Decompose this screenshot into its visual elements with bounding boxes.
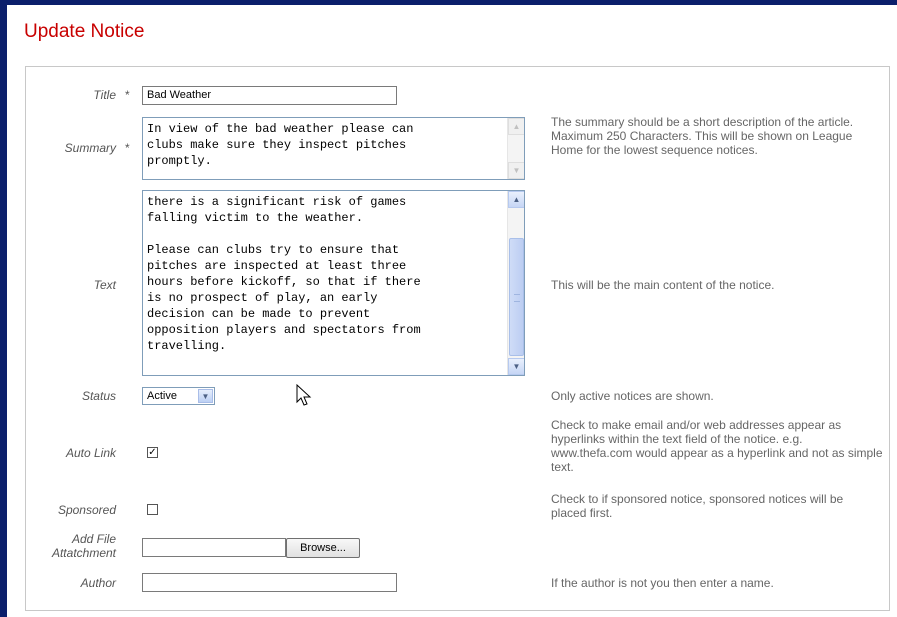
summary-text: In view of the bad weather please can cl… — [147, 122, 414, 168]
summary-help-text: The summary should be a short descriptio… — [551, 115, 854, 157]
sponsored-help-text: Check to if sponsored notice, sponsored … — [551, 492, 844, 520]
sponsored-label: Sponsored — [57, 503, 116, 517]
auto-link-checkbox[interactable]: ✓ — [147, 447, 158, 458]
title-required-mark: * — [125, 88, 130, 102]
scroll-up-icon[interactable]: ▲ — [508, 191, 524, 208]
window-left-border — [0, 0, 7, 617]
text-content: there is a significant risk of games fal… — [147, 195, 421, 353]
title-label: Title — [93, 88, 116, 102]
attachment-label-line1: Add File — [71, 532, 116, 546]
author-input[interactable] — [142, 573, 397, 592]
text-scrollbar[interactable]: ▲ ▼ — [507, 191, 524, 375]
chevron-down-icon[interactable]: ▼ — [198, 389, 213, 403]
scroll-up-icon[interactable]: ▲ — [508, 118, 524, 135]
status-selected-value: Active — [147, 390, 177, 402]
file-path-input[interactable] — [142, 538, 286, 557]
mouse-pointer-icon — [296, 384, 312, 406]
status-help-text: Only active notices are shown. — [551, 389, 714, 403]
summary-label: Summary — [64, 141, 116, 155]
text-help-text: This will be the main content of the not… — [551, 278, 775, 292]
scrollbar-thumb[interactable] — [509, 238, 524, 356]
status-select[interactable]: Active ▼ — [142, 387, 215, 405]
summary-textarea[interactable]: In view of the bad weather please can cl… — [142, 117, 525, 180]
status-label: Status — [81, 389, 116, 403]
sponsored-checkbox[interactable] — [147, 504, 158, 515]
auto-link-help-text: Check to make email and/or web addresses… — [551, 418, 883, 474]
page-title: Update Notice — [24, 21, 145, 42]
title-input[interactable]: Bad Weather — [142, 86, 397, 105]
window-top-border — [0, 0, 897, 5]
text-label: Text — [93, 278, 116, 292]
summary-required-mark: * — [125, 141, 130, 155]
attachment-label-line2: Attatchment — [51, 546, 116, 560]
text-textarea[interactable]: there is a significant risk of games fal… — [142, 190, 525, 376]
scroll-down-icon[interactable]: ▼ — [508, 358, 524, 375]
scroll-down-icon[interactable]: ▼ — [508, 162, 524, 179]
browse-button[interactable]: Browse... — [286, 538, 360, 558]
summary-scrollbar[interactable]: ▲ ▼ — [507, 118, 524, 179]
author-label: Author — [80, 576, 116, 590]
auto-link-label: Auto Link — [65, 446, 116, 460]
author-help-text: If the author is not you then enter a na… — [551, 576, 774, 590]
